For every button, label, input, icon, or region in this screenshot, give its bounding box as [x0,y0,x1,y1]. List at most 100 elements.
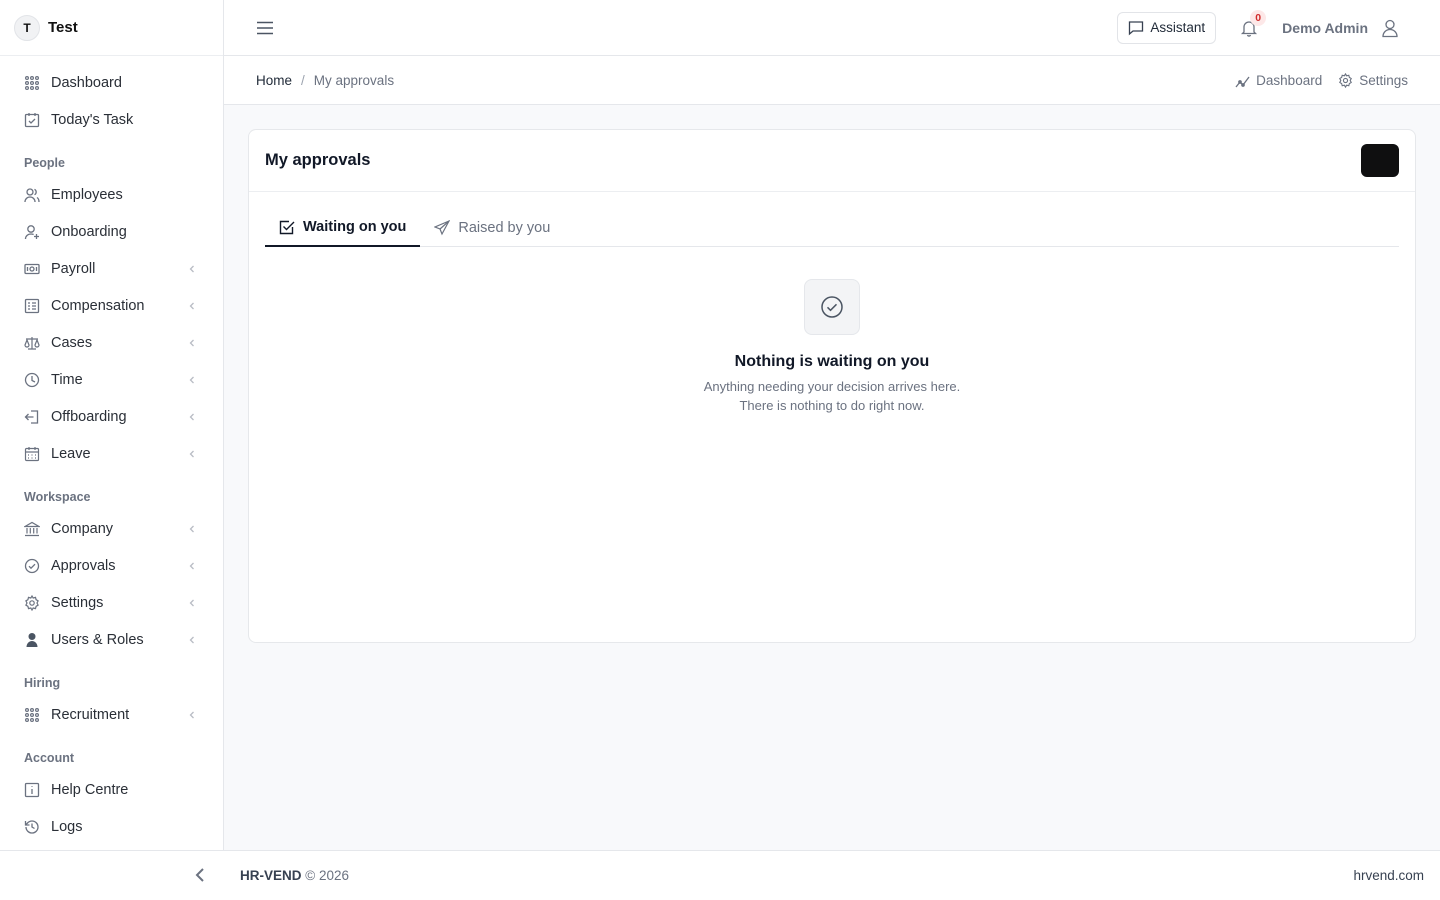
check-square-icon [279,219,295,235]
settings-link[interactable]: Settings [1338,72,1408,88]
sidebar-nav: Dashboard Today's Task People Employees … [0,56,223,845]
sidebar-section-workspace: Workspace [24,490,91,504]
users-icon [24,187,40,203]
dashboard-link-label: Dashboard [1256,72,1323,88]
settings-link-label: Settings [1359,72,1408,88]
sidebar-item-help-centre[interactable]: Help Centre [0,771,223,808]
sidebar-item-label: Settings [51,594,104,611]
chevron-left-icon [187,412,197,422]
sidebar-item-label: Cases [51,334,93,351]
empty-state-title: Nothing is waiting on you [734,353,930,370]
dashboard-link[interactable]: Dashboard [1235,73,1322,88]
notification-count-badge: 0 [1250,9,1267,26]
sidebar-item-label: Approvals [51,557,116,574]
sidebar-item-label: Onboarding [51,223,127,240]
scale-icon [24,335,40,351]
brand-name: Test [48,19,78,36]
assistant-button[interactable]: Assistant [1117,11,1217,44]
user-icon[interactable] [1380,18,1400,38]
sidebar-section-people: People [24,156,65,170]
chart-line-icon [1235,73,1250,88]
notifications-button[interactable]: 0 [1240,9,1267,37]
page-title: My approvals [265,151,371,169]
sidebar-item-time[interactable]: Time [0,361,223,398]
grid-icon [24,707,40,723]
list-icon [24,298,40,314]
top-header: Assistant 0 Demo Admin [224,0,1440,56]
tab-raised-by-you[interactable]: Raised by you [420,208,564,247]
chevron-left-icon [187,710,197,720]
sidebar-item-label: Dashboard [51,74,122,91]
sidebar-item-cases[interactable]: Cases [0,324,223,361]
approvals-card: My approvals Waiting on you Raised by yo… [248,129,1416,643]
log-out-icon [24,409,40,425]
sidebar-item-label: Employees [51,186,123,203]
sidebar-section-account: Account [24,751,74,765]
sidebar-item-logs[interactable]: Logs [0,808,223,845]
user-plus-icon [24,224,40,240]
sidebar-item-label: Time [51,371,83,388]
send-icon [434,219,451,236]
sidebar-item-label: Compensation [51,297,145,314]
sidebar-item-label: Logs [51,818,83,835]
banknote-icon [24,261,40,277]
sidebar-item-label: Offboarding [51,408,127,425]
sidebar-item-users-roles[interactable]: Users & Roles [0,621,223,658]
sidebar-item-label: Users & Roles [51,631,144,648]
sidebar-item-leave[interactable]: Leave [0,435,223,472]
footer-copyright: HR-VEND © 2026 [240,868,349,883]
chevron-left-icon [187,449,197,459]
tab-label: Waiting on you [303,218,407,235]
bank-icon [24,521,40,537]
chevron-left-icon [187,338,197,348]
sidebar-item-todays-task[interactable]: Today's Task [0,101,223,138]
user-name[interactable]: Demo Admin [1282,20,1368,36]
clock-icon [24,372,40,388]
breadcrumb-home[interactable]: Home [256,73,292,88]
empty-state: Nothing is waiting on you Anything needi… [249,279,1415,415]
sidebar-item-recruitment[interactable]: Recruitment [0,696,223,733]
breadcrumb: Home / My approvals Dashboard Settings [224,56,1440,105]
empty-state-line-2: There is nothing to do right now. [739,398,925,413]
history-icon [24,819,40,835]
footer-brand: HR-VEND [240,868,302,883]
approval-tabs: Waiting on you Raised by you [265,208,1399,247]
card-header: My approvals [249,130,1415,192]
sidebar-section-hiring: Hiring [24,676,61,690]
collapse-sidebar-icon[interactable] [192,866,208,884]
chevron-left-icon [187,598,197,608]
gear-icon [1338,72,1353,88]
sidebar-item-label: Company [51,520,114,537]
breadcrumb-links: Dashboard Settings [1219,72,1408,88]
chevron-left-icon [187,524,197,534]
chevron-left-icon [187,301,197,311]
sidebar-item-company[interactable]: Company [0,510,223,547]
chevron-left-icon [187,561,197,571]
sidebar-item-onboarding[interactable]: Onboarding [0,213,223,250]
sidebar-item-label: Payroll [51,260,96,277]
sidebar-item-payroll[interactable]: Payroll [0,250,223,287]
sidebar-item-label: Leave [51,445,91,462]
user-shield-icon [24,632,40,648]
sidebar-item-employees[interactable]: Employees [0,176,223,213]
chevron-left-icon [187,375,197,385]
empty-state-line-1: Anything needing your decision arrives h… [703,379,961,394]
sidebar-item-offboarding[interactable]: Offboarding [0,398,223,435]
gear-icon [24,594,40,611]
sidebar-item-approvals[interactable]: Approvals [0,547,223,584]
check-circle-icon [804,279,860,335]
brand[interactable]: T Test [0,0,223,56]
sidebar-item-settings[interactable]: Settings [0,584,223,621]
header-actions: Assistant 0 Demo Admin [1117,9,1400,44]
brand-avatar: T [14,14,40,41]
check-circle-icon [24,558,40,574]
tab-waiting-on-you[interactable]: Waiting on you [265,208,421,247]
footer-link[interactable]: hrvend.com [1353,868,1424,883]
breadcrumb-separator: / [301,72,305,88]
sidebar-item-dashboard[interactable]: Dashboard [0,64,223,101]
menu-icon[interactable] [256,19,274,37]
sidebar-item-label: Today's Task [51,111,134,128]
sidebar: T Test Dashboard Today's Task People Emp… [0,0,224,850]
sidebar-item-compensation[interactable]: Compensation [0,287,223,324]
card-action-button[interactable] [1361,144,1399,177]
